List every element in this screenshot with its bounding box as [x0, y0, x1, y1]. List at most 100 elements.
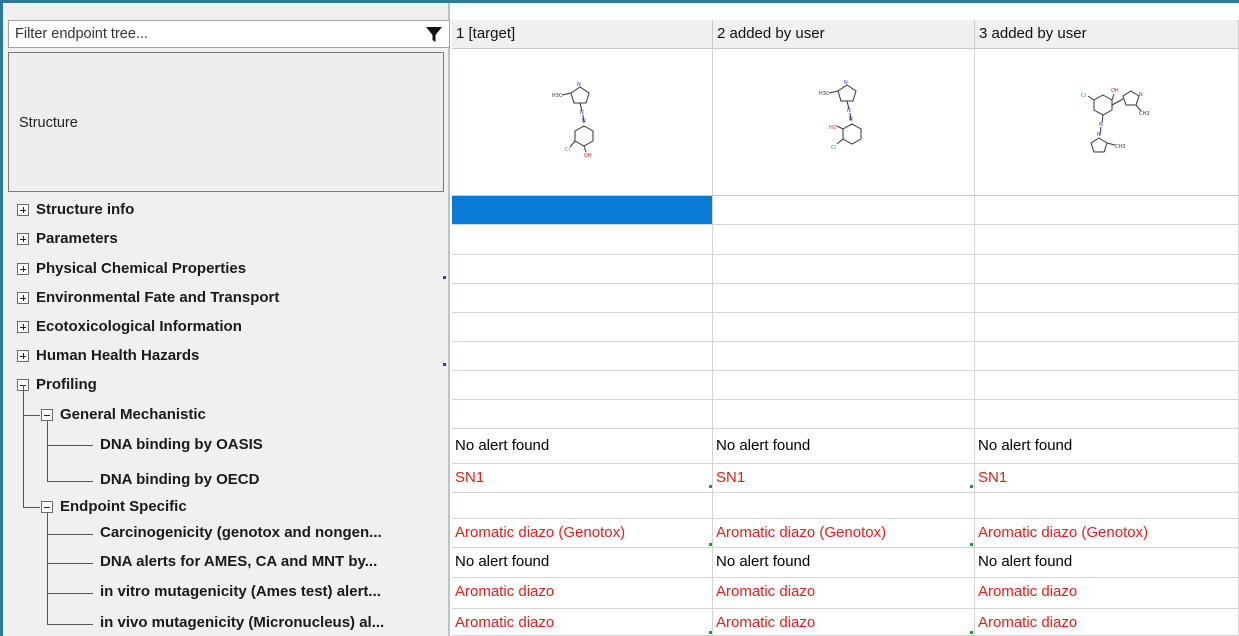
grid-cell-alert[interactable]: Aromatic diazo — [452, 609, 713, 636]
expand-icon[interactable] — [17, 321, 29, 333]
grid-cell[interactable] — [975, 400, 1239, 429]
column-header-label: 3 added by user — [979, 25, 1087, 42]
tree-item-label: Structure info — [36, 201, 135, 218]
grid-cell-alert[interactable]: Aromatic diazo — [713, 578, 975, 609]
grid-cell[interactable] — [713, 342, 975, 371]
expand-icon[interactable] — [17, 204, 29, 216]
atom-label: N — [1139, 92, 1143, 98]
grid-cell[interactable] — [713, 196, 975, 225]
grid-cell-alert[interactable]: Aromatic diazo — [713, 609, 975, 636]
grid-cell[interactable] — [713, 284, 975, 313]
expand-icon[interactable] — [17, 263, 29, 275]
grid-cell[interactable] — [452, 284, 713, 313]
grid-cell[interactable] — [452, 400, 713, 429]
tree-item-physical-chemical-properties[interactable]: Physical Chemical Properties — [3, 255, 450, 284]
tree-item-structure-info[interactable]: Structure info — [3, 196, 450, 225]
grid-cell-alert[interactable]: SN1 — [713, 464, 975, 493]
grid-cell[interactable] — [452, 313, 713, 342]
expand-icon[interactable] — [17, 350, 29, 362]
grid-cell[interactable] — [975, 225, 1239, 255]
grid-cell[interactable] — [975, 371, 1239, 400]
atom-label: N — [577, 82, 581, 88]
atom-label: CH3 — [1139, 111, 1149, 117]
grid-cell[interactable] — [975, 255, 1239, 284]
collapse-icon[interactable] — [41, 501, 53, 513]
grid-cell[interactable] — [452, 225, 713, 255]
column-header-1[interactable]: 1 [target] — [452, 20, 713, 49]
grid-cell[interactable] — [452, 255, 713, 284]
chemical-structure-image: H3C N N N HO Cl — [819, 80, 862, 151]
filter-endpoint-tree-input[interactable]: Filter endpoint tree... — [8, 20, 450, 48]
cell-value: Aromatic diazo — [455, 583, 555, 600]
tree-item-in-vitro-mutagenicity[interactable]: in vitro mutagenicity (Ames test) alert.… — [3, 578, 450, 607]
grid-cell[interactable] — [713, 225, 975, 255]
grid-cell-alert[interactable]: Aromatic diazo — [452, 578, 713, 609]
tree-item-profiling[interactable]: Profiling — [3, 371, 450, 400]
tree-item-parameters[interactable]: Parameters — [3, 225, 450, 254]
cell-value: Aromatic diazo — [978, 614, 1078, 631]
grid-cell[interactable] — [713, 371, 975, 400]
column-header-3[interactable]: 3 added by user — [975, 20, 1239, 49]
atom-label: N — [580, 110, 584, 116]
atom-label: Cl — [831, 145, 836, 151]
expand-icon[interactable] — [17, 292, 29, 304]
cell-value: No alert found — [455, 553, 550, 570]
atom-label: CH3 — [1115, 144, 1125, 150]
grid-cell[interactable] — [452, 371, 713, 400]
grid-cell[interactable] — [452, 342, 713, 371]
grid-cell[interactable] — [975, 196, 1239, 225]
atom-label: Cl — [565, 147, 570, 153]
grid-cell[interactable] — [975, 493, 1239, 519]
grid-cell-alert[interactable]: Aromatic diazo (Genotox) — [452, 519, 713, 548]
structure-row-header[interactable]: Structure — [8, 52, 444, 192]
grid-cell[interactable] — [975, 313, 1239, 342]
grid-cell-alert[interactable]: SN1 — [975, 464, 1239, 493]
expand-icon[interactable] — [17, 233, 29, 245]
grid-cell-alert[interactable]: SN1 — [452, 464, 713, 493]
grid-cell-alert[interactable]: Aromatic diazo — [975, 578, 1239, 609]
cell-value: Aromatic diazo — [716, 583, 816, 600]
grid-cell[interactable] — [975, 342, 1239, 371]
tree-item-label: DNA binding by OECD — [100, 471, 260, 488]
structure-cell-1[interactable]: H3C N N N Cl OH — [452, 49, 713, 196]
tree-item-environmental-fate[interactable]: Environmental Fate and Transport — [3, 284, 450, 313]
filter-funnel-icon[interactable] — [425, 26, 443, 44]
grid-cell[interactable] — [713, 313, 975, 342]
grid-cell[interactable] — [452, 493, 713, 519]
grid-cell[interactable] — [713, 400, 975, 429]
grid-cell[interactable] — [975, 284, 1239, 313]
structure-cell-2[interactable]: H3C N N N HO Cl — [713, 49, 975, 196]
grid-cell[interactable]: No alert found — [975, 548, 1239, 578]
grid-cell-alert[interactable]: Aromatic diazo (Genotox) — [713, 519, 975, 548]
grid-cell[interactable]: No alert found — [452, 548, 713, 578]
grid-cell-selected[interactable] — [452, 196, 713, 225]
atom-label: OH — [1111, 88, 1119, 94]
grid-cell-alert[interactable]: Aromatic diazo — [975, 609, 1239, 636]
tree-item-label: Ecotoxicological Information — [36, 318, 242, 335]
tree-item-human-health-hazards[interactable]: Human Health Hazards — [3, 342, 450, 371]
tree-item-label: Endpoint Specific — [60, 498, 187, 515]
grid-cell[interactable]: No alert found — [975, 429, 1239, 464]
tree-item-ecotoxicological-information[interactable]: Ecotoxicological Information — [3, 313, 450, 342]
column-header-2[interactable]: 2 added by user — [713, 20, 975, 49]
tree-item-label: in vitro mutagenicity (Ames test) alert.… — [100, 583, 381, 600]
structure-cell-3[interactable]: Cl OH N CH3 N N CH3 — [975, 49, 1239, 196]
tree-item-general-mechanistic[interactable]: General Mechanistic — [3, 401, 450, 430]
tree-item-endpoint-specific[interactable]: Endpoint Specific — [3, 493, 450, 522]
atom-label: N — [582, 118, 586, 124]
grid-cell[interactable] — [713, 255, 975, 284]
grid-cell[interactable]: No alert found — [452, 429, 713, 464]
marker-dot — [443, 363, 446, 366]
atom-label: Cl — [1081, 93, 1086, 99]
atom-label: OH — [584, 153, 592, 159]
grid-cell[interactable]: No alert found — [713, 429, 975, 464]
grid-cell[interactable] — [713, 493, 975, 519]
grid-cell[interactable]: No alert found — [713, 548, 975, 578]
tree-item-dna-binding-oecd[interactable]: DNA binding by OECD — [3, 466, 450, 495]
tree-item-carcinogenicity[interactable]: Carcinogenicity (genotox and nongen... — [3, 519, 450, 548]
tree-item-in-vivo-mutagenicity[interactable]: in vivo mutagenicity (Micronucleus) al..… — [3, 609, 450, 636]
collapse-icon[interactable] — [41, 409, 53, 421]
tree-item-dna-binding-oasis[interactable]: DNA binding by OASIS — [3, 431, 450, 460]
grid-cell-alert[interactable]: Aromatic diazo (Genotox) — [975, 519, 1239, 548]
tree-item-dna-alerts-ames[interactable]: DNA alerts for AMES, CA and MNT by... — [3, 548, 450, 577]
